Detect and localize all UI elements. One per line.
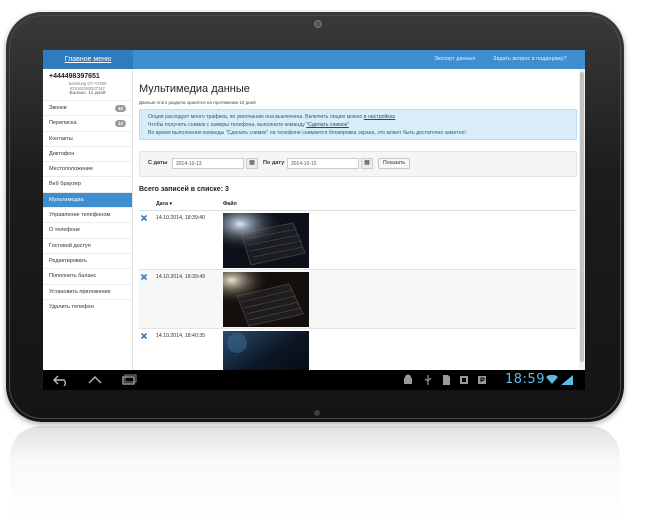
sidebar-item-12[interactable]: Пополнить баланс <box>43 268 132 283</box>
sidebar-item-3[interactable]: Контакты <box>43 130 132 146</box>
home-sensor <box>314 410 320 416</box>
record-date: 14.10.2014, 18:40:35 <box>156 333 206 339</box>
photo-thumbnail[interactable] <box>223 213 309 268</box>
to-date-input[interactable] <box>287 158 359 169</box>
to-calendar-icon[interactable]: ▦ <box>361 158 373 169</box>
phone-number: +444498397651 <box>49 73 100 80</box>
support-question-link[interactable]: Задать вопрос в поддержку? <box>493 50 567 69</box>
to-date-label: По дату <box>263 160 285 166</box>
settings-link[interactable]: в настройках <box>364 114 395 120</box>
sidebar-item-6[interactable]: Веб браузер <box>43 176 132 191</box>
record-date: 14.10.2014, 18:39:40 <box>156 215 206 221</box>
photo-thumbnail[interactable] <box>223 331 309 370</box>
info-line-1: Опция расходует много трафика, по умолча… <box>148 113 576 121</box>
sidebar-item-label: Звонки <box>49 105 67 111</box>
sidebar-count-badge: 40 <box>114 105 126 112</box>
photo-icon <box>460 376 468 384</box>
scrollbar-thumb[interactable] <box>580 72 584 362</box>
status-clock: 18:59 <box>505 372 545 387</box>
file-column-header: Файл <box>223 201 237 207</box>
sidebar-item-5[interactable]: Местоположение <box>43 161 132 176</box>
table-header: Дата ▾ Файл <box>139 199 577 211</box>
delete-icon[interactable] <box>140 273 148 281</box>
page-title: Мультимедиа данные <box>139 83 250 95</box>
from-date-input[interactable] <box>172 158 244 169</box>
recent-apps-icon[interactable] <box>121 374 137 386</box>
delete-icon[interactable] <box>140 332 148 340</box>
table-row: 14.10.2014, 18:39:49 <box>139 270 577 329</box>
delete-icon[interactable] <box>140 214 148 222</box>
android-icon <box>404 374 412 384</box>
sidebar-item-label: Пополнить баланс <box>49 273 97 280</box>
sidebar-item-4[interactable]: Диктофон <box>43 145 132 161</box>
stage: Главное меню Экспорт данных Задать вопро… <box>0 0 666 525</box>
record-date: 14.10.2014, 18:39:49 <box>156 274 206 280</box>
sidebar-item-9[interactable]: О телефоне <box>43 222 132 237</box>
sidebar-item-label: Контакты <box>49 135 73 142</box>
show-button[interactable]: Показать <box>378 158 411 169</box>
sidebar-item-label: Редактировать <box>49 257 87 264</box>
usb-icon <box>424 375 432 385</box>
sidebar-item-label: Установить приложение <box>49 288 111 295</box>
tablet-screen: Главное меню Экспорт данных Задать вопро… <box>43 50 585 390</box>
info-alert: Опция расходует много трафика, по умолча… <box>139 109 577 140</box>
home-icon[interactable] <box>87 374 103 386</box>
back-icon[interactable] <box>53 374 69 386</box>
sidebar-item-2[interactable]: Переписка 12 <box>43 115 132 130</box>
page-subtitle: Данные этого раздела хранятся на протяже… <box>139 100 256 105</box>
sidebar-item-14[interactable]: Удалить телефон <box>43 298 132 314</box>
sidebar-item-10[interactable]: Гостевой доступ <box>43 237 132 253</box>
sidebar: +444498397651 Samsung GT-A7000 IDS161093… <box>43 69 133 370</box>
photo-thumbnail[interactable] <box>223 272 309 327</box>
parking-icon <box>478 376 486 384</box>
android-nav-bar: 18:59 <box>43 370 585 390</box>
front-camera <box>314 20 322 28</box>
info-line-3: Во время выполнения команды "Сделать сни… <box>148 130 466 136</box>
wifi-icon <box>546 375 558 384</box>
main-content: Мультимедиа данные Данные этого раздела … <box>139 69 579 370</box>
signal-icon <box>561 375 573 385</box>
export-data-link[interactable]: Экспорт данных <box>434 50 475 69</box>
sidebar-item-label: Гостевой доступ <box>49 242 91 249</box>
take-photo-link[interactable]: "Сделать снимок" <box>306 122 349 128</box>
sd-card-icon <box>443 375 450 385</box>
info-line-2: Чтобы получить снимок с камеры телефона,… <box>148 121 576 129</box>
sidebar-item-1[interactable]: Звонки 40 <box>43 100 132 115</box>
sidebar-item-13[interactable]: Установить приложение <box>43 283 132 299</box>
from-date-label: С даты <box>148 160 168 166</box>
phone-info: +444498397651 Samsung GT-A7000 IDS161093… <box>43 69 132 100</box>
date-filter: С даты ▦ По дату ▦ Показать <box>139 151 577 177</box>
table-row: 14.10.2014, 18:40:35 <box>139 329 577 370</box>
sidebar-item-label: Диктофон <box>49 150 75 157</box>
sidebar-nav: Звонки 40 Переписка 12 Контакты Диктофон Место… <box>43 100 132 314</box>
top-bar: Главное меню Экспорт данных Задать вопро… <box>43 50 585 69</box>
sidebar-item-label: Управление телефоном <box>49 212 111 219</box>
sidebar-item-label: Мультимедиа <box>49 196 84 203</box>
sidebar-item-11[interactable]: Редактировать <box>43 252 132 268</box>
tablet-reflection <box>10 426 620 525</box>
sidebar-item-label: Веб браузер <box>49 181 81 188</box>
sidebar-item-label: О телефоне <box>49 227 81 234</box>
sidebar-item-8[interactable]: Управление телефоном <box>43 207 132 222</box>
info-line-2-text: Чтобы получить снимок с камеры телефона,… <box>148 122 305 128</box>
date-column-header[interactable]: Дата ▾ <box>156 201 172 207</box>
sidebar-item-7[interactable]: Мультимедиа <box>43 191 132 208</box>
sidebar-item-label: Удалить телефон <box>49 303 94 310</box>
records-total: Всего записей в списке: 3 <box>139 186 229 193</box>
sidebar-item-label: Переписка <box>49 120 77 127</box>
sidebar-count-badge: 12 <box>114 120 126 128</box>
info-line-1-text: Опция расходует много трафика, по умолча… <box>148 114 363 120</box>
from-calendar-icon[interactable]: ▦ <box>246 158 258 169</box>
main-menu-link[interactable]: Главное меню <box>43 50 133 69</box>
balance: Баланс: 11 дней <box>69 91 106 96</box>
table-row: 14.10.2014, 18:39:40 <box>139 211 577 270</box>
sidebar-item-label: Местоположение <box>49 166 94 173</box>
